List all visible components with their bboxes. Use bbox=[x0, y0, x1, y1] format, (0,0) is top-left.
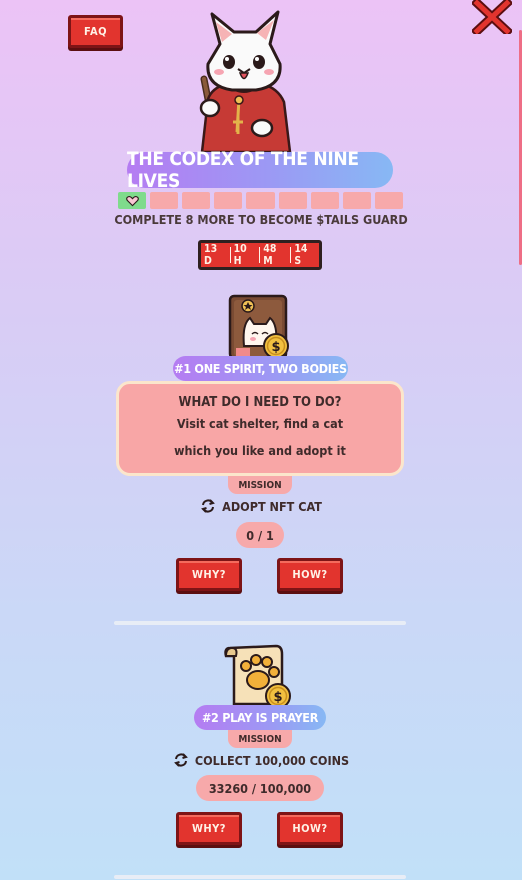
refresh-icon[interactable] bbox=[200, 498, 216, 514]
quest-1-mission: ADOPT NFT CAT bbox=[0, 498, 522, 514]
progress-segment bbox=[150, 192, 179, 209]
page-title: THE CODEX OF THE NINE LIVES bbox=[127, 148, 393, 192]
timer-seconds: 14 S bbox=[294, 243, 308, 267]
quest-1-title: #1 ONE SPIRIT, TWO BODIES bbox=[173, 356, 348, 381]
quest-1-how-button[interactable]: HOW? bbox=[277, 558, 343, 591]
progress-segment bbox=[342, 192, 371, 209]
progress-segment bbox=[246, 192, 275, 209]
quest-2-how-button[interactable]: HOW? bbox=[277, 812, 343, 845]
todo-question: WHAT DO I NEED TO DO? bbox=[178, 395, 342, 410]
progress-segment bbox=[278, 192, 307, 209]
progress-segment bbox=[214, 192, 243, 209]
todo-answer: Visit cat shelter, find a cat which you … bbox=[174, 416, 346, 458]
quest-1-mission-tab: MISSION bbox=[228, 476, 292, 494]
progress-segment bbox=[374, 192, 403, 209]
progress-caption: COMPLETE 8 MORE TO BECOME $TAILS GUARD bbox=[114, 212, 408, 227]
timer-hours: 10 H bbox=[233, 243, 247, 267]
quest-2-count: 33260 / 100,000 bbox=[196, 775, 324, 801]
progress-segment bbox=[310, 192, 339, 209]
progress-bar bbox=[118, 192, 403, 209]
svg-text:$: $ bbox=[271, 340, 280, 355]
quest-1-instructions: WHAT DO I NEED TO DO? Visit cat shelter,… bbox=[116, 381, 404, 476]
quest-2-title: #2 PLAY IS PRAYER bbox=[194, 705, 326, 730]
quest-2-mission-text: COLLECT 100,000 COINS bbox=[194, 752, 350, 768]
refresh-icon[interactable] bbox=[173, 752, 189, 768]
quest-2-why-button[interactable]: WHY? bbox=[176, 812, 242, 845]
section-divider bbox=[114, 621, 406, 625]
countdown-timer: 13 D 10 H 48 M 14 S bbox=[198, 240, 322, 270]
cat-monk-mascot-icon bbox=[199, 10, 292, 152]
quest-2-mission: COLLECT 100,000 COINS bbox=[0, 752, 522, 768]
quest-1-why-button[interactable]: WHY? bbox=[176, 558, 242, 591]
svg-text:$: $ bbox=[273, 690, 282, 705]
timer-minutes: 48 M bbox=[263, 243, 277, 267]
progress-segment-complete bbox=[118, 192, 147, 209]
timer-days: 13 D bbox=[204, 243, 218, 267]
progress-segment bbox=[182, 192, 211, 209]
cat-book-coin-icon: $ bbox=[228, 294, 289, 360]
close-icon[interactable] bbox=[472, 0, 512, 34]
section-divider bbox=[114, 875, 406, 879]
quest-1-mission-text: ADOPT NFT CAT bbox=[222, 498, 322, 514]
quest-2-mission-tab: MISSION bbox=[228, 730, 292, 748]
quest-1-count: 0 / 1 bbox=[236, 522, 284, 548]
heart-icon bbox=[125, 195, 139, 206]
faq-button[interactable]: FAQ bbox=[68, 15, 123, 48]
paw-scroll-coin-icon: $ bbox=[224, 644, 291, 709]
